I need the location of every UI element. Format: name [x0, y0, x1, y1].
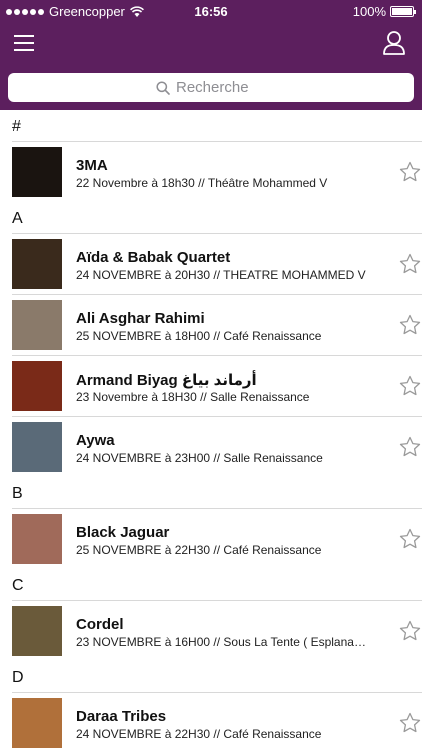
artist-thumbnail: [12, 698, 62, 748]
artist-name: 3MA: [76, 157, 108, 174]
artist-details: 24 NOVEMBRE à 20H30 // THEATRE MOHAMMED …: [76, 268, 366, 282]
artist-details: 23 NOVEMBRE à 16H00 // Sous La Tente ( E…: [76, 635, 372, 649]
artist-details: 22 Novembre à 18h30 // Théâtre Mohammed …: [76, 176, 328, 190]
favorite-star-icon[interactable]: [398, 160, 422, 184]
favorite-star-icon[interactable]: [398, 435, 422, 459]
favorite-star-icon[interactable]: [398, 619, 422, 643]
artist-list: #3MA 22 Novembre à 18h30 // Théâtre Moham…: [0, 110, 422, 750]
artist-thumbnail: [12, 422, 62, 472]
artist-name: Black Jaguar: [76, 524, 170, 541]
artist-name: Aywa: [76, 432, 115, 449]
section-header: #: [0, 110, 422, 141]
artist-details: 25 NOVEMBRE à 18H00 // Café Renaissance: [76, 329, 322, 343]
artist-name: Daraa Tribes: [76, 708, 167, 725]
artist-name: Aïda & Babak Quartet: [76, 249, 231, 266]
battery-group: 100%: [352, 4, 416, 19]
artist-name: Cordel: [76, 616, 124, 633]
artist-thumbnail: [12, 239, 62, 289]
hamburger-icon[interactable]: [14, 32, 40, 54]
search-bar[interactable]: [8, 73, 414, 102]
favorite-star-icon[interactable]: [398, 252, 422, 276]
status-bar: Greencopper 16:56 100%: [0, 0, 422, 24]
artist-details: 23 Novembre à 18H30 // Salle Renaissance: [76, 390, 310, 404]
artist-details: 24 NOVEMBRE à 23H00 // Salle Renaissance: [76, 451, 323, 465]
artist-row[interactable]: Armand Biyag أرماند بياغ 23 Novembre à 18…: [12, 355, 422, 416]
artist-name: Armand Biyag أرماند بياغ: [76, 372, 257, 389]
section-header: C: [0, 569, 422, 600]
artist-name: Ali Asghar Rahimi: [76, 310, 205, 327]
favorite-star-icon[interactable]: [398, 527, 422, 551]
section-header: D: [0, 661, 422, 692]
user-icon[interactable]: [382, 30, 406, 56]
artist-thumbnail: [12, 361, 62, 411]
battery-icon: [390, 6, 416, 17]
artist-row[interactable]: 3MA 22 Novembre à 18h30 // Théâtre Mohamm…: [12, 141, 422, 202]
favorite-star-icon[interactable]: [398, 374, 422, 398]
artist-thumbnail: [12, 606, 62, 656]
artist-row[interactable]: Aïda & Babak Quartet 24 NOVEMBRE à 20H30 …: [12, 233, 422, 294]
app-header: Greencopper 16:56 100%: [0, 0, 422, 110]
favorite-star-icon[interactable]: [398, 711, 422, 735]
artist-thumbnail: [12, 514, 62, 564]
artist-row[interactable]: Aywa 24 NOVEMBRE à 23H00 // Salle Renaiss…: [12, 416, 422, 477]
artist-row[interactable]: Cordel 23 NOVEMBRE à 16H00 // Sous La Ten…: [12, 600, 422, 661]
search-icon: [156, 80, 170, 95]
artist-thumbnail: [12, 300, 62, 350]
artist-details: 24 NOVEMBRE à 22H30 // Café Renaissance: [76, 727, 322, 741]
section-header: B: [0, 477, 422, 508]
battery-percent: 100%: [352, 4, 386, 19]
artist-details: 25 NOVEMBRE à 22H30 // Café Renaissance: [76, 543, 322, 557]
artist-thumbnail: [12, 147, 62, 197]
artist-row[interactable]: Ali Asghar Rahimi 25 NOVEMBRE à 18H00 // …: [12, 294, 422, 355]
search-input[interactable]: [176, 79, 266, 96]
artist-row[interactable]: Black Jaguar 25 NOVEMBRE à 22H30 // Café …: [12, 508, 422, 569]
artist-row[interactable]: Daraa Tribes 24 NOVEMBRE à 22H30 // Café …: [12, 692, 422, 750]
section-header: A: [0, 202, 422, 233]
favorite-star-icon[interactable]: [398, 313, 422, 337]
